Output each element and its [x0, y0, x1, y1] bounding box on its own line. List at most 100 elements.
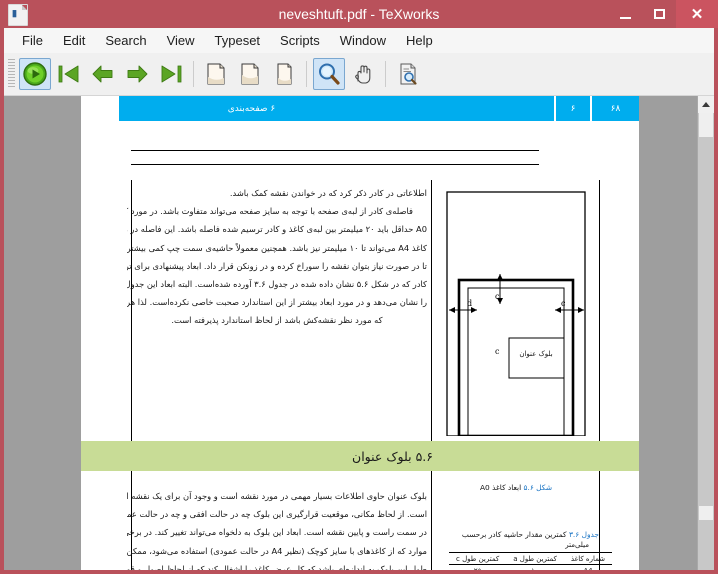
- menu-search[interactable]: Search: [95, 31, 156, 50]
- paragraph-line: طول این بلوک به اندازه‌ای باشد که کل عرض…: [127, 563, 427, 570]
- menu-typeset[interactable]: Typeset: [205, 31, 271, 50]
- minimize-button[interactable]: [608, 0, 642, 28]
- scrollbar-thumb-lower[interactable]: [699, 506, 713, 520]
- paragraph-line: بلوک عنوان حاوی اطلاعات بسیار مهمی در مو…: [127, 491, 427, 501]
- header-rule-top: [131, 150, 539, 152]
- typeset-run-button[interactable]: [19, 58, 51, 90]
- document-search-icon: [400, 63, 417, 85]
- pdf-page: ۶۸ ۶ ۶ صفحه‌بندی اطلاعاتی در کادر ذکر کر…: [81, 96, 639, 570]
- close-button[interactable]: ✕: [676, 0, 718, 28]
- close-icon: ✕: [690, 5, 704, 23]
- running-header-title: ۶ صفحه‌بندی: [119, 96, 554, 121]
- table-caption-text: کمترین مقدار حاشیه کادر برحسب: [461, 530, 567, 539]
- page-viewport[interactable]: ۶۸ ۶ ۶ صفحه‌بندی اطلاعاتی در کادر ذکر کر…: [4, 96, 697, 570]
- paragraph-line: موارد که از کاغذهای با سایز کوچک (نظیر A…: [127, 545, 427, 556]
- pdf-document-area[interactable]: ۶۸ ۶ ۶ صفحه‌بندی اطلاعاتی در کادر ذکر کر…: [4, 96, 714, 570]
- minimize-icon: [619, 16, 631, 19]
- column-rule-right: [599, 180, 601, 570]
- next-page-button[interactable]: [121, 58, 153, 90]
- magnify-tool-button[interactable]: [313, 58, 345, 90]
- go-first-icon: [58, 65, 79, 83]
- paragraph-line: فاصله‌ی کادر از لبه‌ی صفحه با توجه به سا…: [127, 206, 413, 217]
- figure-label-bottom: c: [495, 347, 500, 356]
- page-folio-number: ۶۸: [590, 96, 639, 121]
- toolbar-separator-1: [193, 61, 194, 87]
- table-cell: ۱۰: [506, 565, 564, 570]
- table-row: A4 ۱۰ ۲۵: [449, 565, 612, 570]
- chevron-up-icon: [702, 102, 710, 107]
- toolbar-drag-handle[interactable]: [8, 59, 15, 89]
- paper-margin-diagram: بلوک عنوان c d c c: [446, 191, 586, 438]
- title-bar: ▮ neveshtuft.pdf - TeXworks ✕: [0, 0, 718, 28]
- table-header-cell: شماره کاغذ: [563, 552, 612, 565]
- margin-values-table: شماره کاغذ کمترین طول a کمترین طول c A4 …: [449, 552, 612, 570]
- texworks-window: ▮ neveshtuft.pdf - TeXworks ✕ File Edit …: [0, 0, 718, 574]
- paragraph-line: اطلاعاتی در کادر ذکر کرد که در خواندن نق…: [229, 188, 427, 198]
- running-header: ۶۸ ۶ ۶ صفحه‌بندی: [81, 96, 639, 121]
- go-last-icon: [161, 65, 182, 83]
- toolbar-separator-2: [306, 61, 307, 87]
- figure-caption-text: ابعاد کاغذ A0: [479, 483, 522, 492]
- figure-caption: شکل ۵.۶ ابعاد کاغذ A0: [443, 483, 589, 492]
- paragraph-line: در سمت راست و پایین نقشه است. ابعاد این …: [127, 527, 427, 538]
- table-cell: ۲۵: [449, 565, 506, 570]
- figure-label-right: c: [561, 299, 566, 308]
- column-rule-mid: [431, 180, 433, 570]
- previous-page-button[interactable]: [87, 58, 119, 90]
- paragraph-line: کادر که در شکل ۵.۶ نشان داده شده در جدول…: [127, 279, 427, 290]
- menu-window[interactable]: Window: [330, 31, 396, 50]
- vertical-scrollbar[interactable]: [697, 96, 714, 570]
- body-text-column-upper: اطلاعاتی در کادر ذکر کرد که در خواندن نق…: [127, 184, 427, 330]
- table-cell: A4: [564, 565, 612, 570]
- pdf-document-icon: ▮: [8, 4, 28, 26]
- figure-caption-tag: شکل ۵.۶: [523, 483, 553, 492]
- page-fit-window-icon: [241, 63, 259, 85]
- scroll-up-button[interactable]: [698, 96, 714, 113]
- body-text-column-lower: بلوک عنوان حاوی اطلاعات بسیار مهمی در مو…: [127, 487, 427, 570]
- fit-width-button[interactable]: [200, 58, 232, 90]
- table-header-cell: کمترین طول c: [449, 552, 507, 565]
- green-play-circle-icon: [23, 62, 47, 86]
- menu-file[interactable]: File: [12, 31, 53, 50]
- menu-help[interactable]: Help: [396, 31, 443, 50]
- table-body: A4 ۱۰ ۲۵ A3 ۱۰ ۲۵ A2 ۱۰ ۲۵: [449, 565, 612, 570]
- last-page-button[interactable]: [155, 58, 187, 90]
- table-header-row: شماره کاغذ کمترین طول a کمترین طول c: [449, 552, 612, 565]
- menu-view[interactable]: View: [157, 31, 205, 50]
- header-rule-bottom: [131, 164, 539, 166]
- menu-scripts[interactable]: Scripts: [270, 31, 330, 50]
- toolbar: [4, 53, 714, 96]
- pan-tool-button[interactable]: [347, 58, 379, 90]
- page-fit-width-icon: [207, 63, 225, 85]
- fit-window-button[interactable]: [234, 58, 266, 90]
- hand-icon: [355, 65, 371, 84]
- window-controls: ✕: [608, 0, 718, 28]
- table-header-cell: کمترین طول a: [506, 552, 564, 565]
- section-heading-band: ۵.۶ بلوک عنوان: [81, 441, 639, 471]
- paragraph-line: که مورد نظر نقشه‌کش باشد از لحاظ استاندا…: [171, 315, 383, 326]
- paragraph-line: A0 حداقل باید ۲۰ میلیمتر بین لبه‌ی کاغذ …: [127, 224, 427, 235]
- select-text-button[interactable]: [392, 58, 424, 90]
- paragraph-line: را نشان می‌دهد و در مورد ابعاد بیشتر از …: [127, 297, 427, 308]
- chapter-number-badge: ۶: [554, 96, 590, 121]
- first-page-button[interactable]: [53, 58, 85, 90]
- maximize-button[interactable]: [642, 0, 676, 28]
- scrollbar-thumb[interactable]: [699, 113, 713, 137]
- section-heading-label: ۵.۶ بلوک عنوان: [352, 448, 433, 464]
- maximize-icon: [653, 9, 665, 19]
- go-previous-icon: [92, 65, 113, 83]
- table-caption: جدول ۳.۶ کمترین مقدار حاشیه کادر برحسب: [439, 530, 599, 539]
- scrollbar-track[interactable]: [698, 113, 714, 570]
- menu-bar: File Edit Search View Typeset Scripts Wi…: [4, 28, 714, 53]
- paragraph-line: کاغذ A4 می‌تواند تا ۱۰ میلیمتر نیز باشد.…: [127, 242, 427, 253]
- figure-label-left: d: [467, 299, 472, 308]
- table-caption-units: میلی‌متر: [565, 541, 589, 549]
- figure-label-top: c: [495, 292, 500, 301]
- actual-size-button[interactable]: [268, 58, 300, 90]
- table-head: شماره کاغذ کمترین طول a کمترین طول c: [449, 552, 612, 565]
- page-actual-size-icon: [277, 63, 292, 85]
- go-next-icon: [127, 65, 148, 83]
- magnifier-icon: [319, 63, 340, 85]
- menu-edit[interactable]: Edit: [53, 31, 95, 50]
- paragraph-line: تا در صورت نیاز بتوان نقشه را سوراخ کرده…: [127, 260, 427, 271]
